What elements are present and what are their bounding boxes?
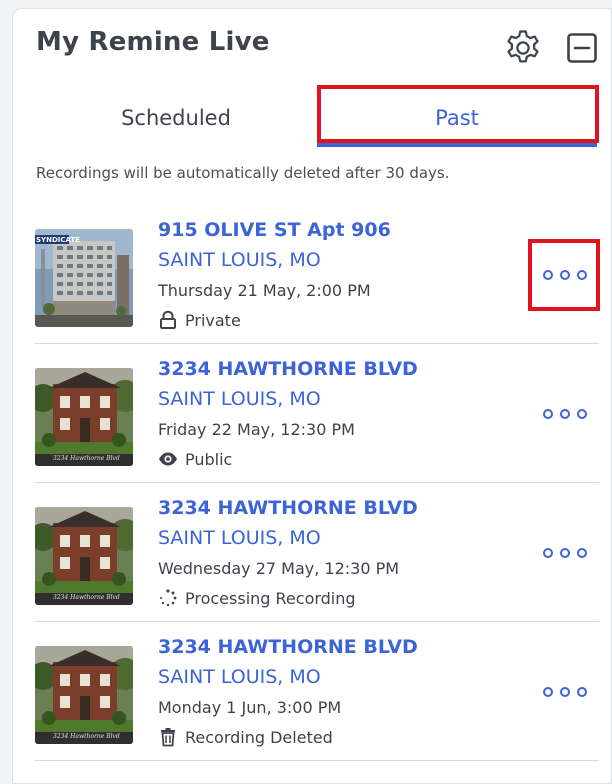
recording-status: Public bbox=[158, 448, 232, 470]
recording-status: Private bbox=[158, 309, 241, 331]
my-remine-live-panel: My Remine Live Scheduled Past Recordings… bbox=[12, 8, 612, 784]
more-options-icon[interactable] bbox=[543, 682, 587, 702]
tab-scheduled[interactable]: Scheduled bbox=[73, 85, 279, 151]
recording-date: Wednesday 27 May, 12:30 PM bbox=[158, 559, 400, 578]
recording-tabs: Scheduled Past bbox=[13, 85, 611, 151]
property-thumbnail: 3234 Hawthorne Blvd bbox=[35, 507, 133, 605]
recording-city: SAINT LOUIS, MO bbox=[158, 249, 321, 271]
recording-date: Monday 1 Jun, 3:00 PM bbox=[158, 698, 342, 717]
panel-title: My Remine Live bbox=[36, 27, 270, 57]
more-options-icon[interactable] bbox=[543, 265, 587, 285]
recording-status: Processing Recording bbox=[158, 587, 356, 609]
recording-street[interactable]: 3234 HAWTHORNE BLVD bbox=[158, 636, 418, 658]
recording-date: Friday 22 May, 12:30 PM bbox=[158, 420, 355, 439]
thumbnail-caption: 3234 Hawthorne Blvd bbox=[53, 594, 120, 601]
more-options-icon[interactable] bbox=[543, 543, 587, 563]
recording-city: SAINT LOUIS, MO bbox=[158, 666, 321, 688]
thumbnail-caption: 3234 Hawthorne Blvd bbox=[53, 455, 120, 462]
property-thumbnail: 3234 Hawthorne Blvd bbox=[35, 368, 133, 466]
eye-icon bbox=[158, 449, 178, 469]
recording-city: SAINT LOUIS, MO bbox=[158, 527, 321, 549]
lock-icon bbox=[158, 310, 178, 330]
recording-row[interactable]: SYNDICATE 915 OLIVE ST Apt 906 SAINT LOU… bbox=[13, 205, 611, 344]
recording-status-label: Public bbox=[185, 449, 233, 469]
recording-status-label: Recording Deleted bbox=[185, 727, 333, 747]
more-options-icon[interactable] bbox=[543, 404, 587, 424]
thumbnail-caption: 3234 Hawthorne Blvd bbox=[53, 733, 120, 740]
thumbnail-brand-text: SYNDICATE bbox=[36, 236, 80, 244]
minimize-icon[interactable] bbox=[566, 30, 598, 66]
spinner-icon bbox=[158, 588, 178, 608]
recording-status: Recording Deleted bbox=[158, 726, 333, 748]
recording-row[interactable]: 3234 Hawthorne Blvd 3234 HAWTHORNE BLVD … bbox=[13, 344, 611, 483]
deletion-notice: Recordings will be automatically deleted… bbox=[36, 164, 450, 182]
recording-street[interactable]: 3234 HAWTHORNE BLVD bbox=[158, 358, 418, 380]
panel-header: My Remine Live bbox=[13, 9, 611, 85]
recording-row[interactable]: 3234 Hawthorne Blvd 3234 HAWTHORNE BLVD … bbox=[13, 483, 611, 622]
tab-past[interactable]: Past bbox=[317, 85, 597, 151]
row-divider bbox=[35, 760, 599, 761]
recording-street[interactable]: 3234 HAWTHORNE BLVD bbox=[158, 497, 418, 519]
recording-status-label: Processing Recording bbox=[185, 588, 356, 608]
recording-city: SAINT LOUIS, MO bbox=[158, 388, 321, 410]
active-tab-indicator bbox=[317, 143, 597, 147]
property-thumbnail: SYNDICATE bbox=[35, 229, 133, 327]
property-thumbnail: 3234 Hawthorne Blvd bbox=[35, 646, 133, 744]
recording-status-label: Private bbox=[185, 310, 241, 330]
recording-street[interactable]: 915 OLIVE ST Apt 906 bbox=[158, 219, 391, 241]
recording-date: Thursday 21 May, 2:00 PM bbox=[158, 281, 371, 300]
gear-icon[interactable] bbox=[503, 28, 543, 68]
trash-icon bbox=[158, 727, 178, 747]
recording-row[interactable]: 3234 Hawthorne Blvd 3234 HAWTHORNE BLVD … bbox=[13, 622, 611, 761]
